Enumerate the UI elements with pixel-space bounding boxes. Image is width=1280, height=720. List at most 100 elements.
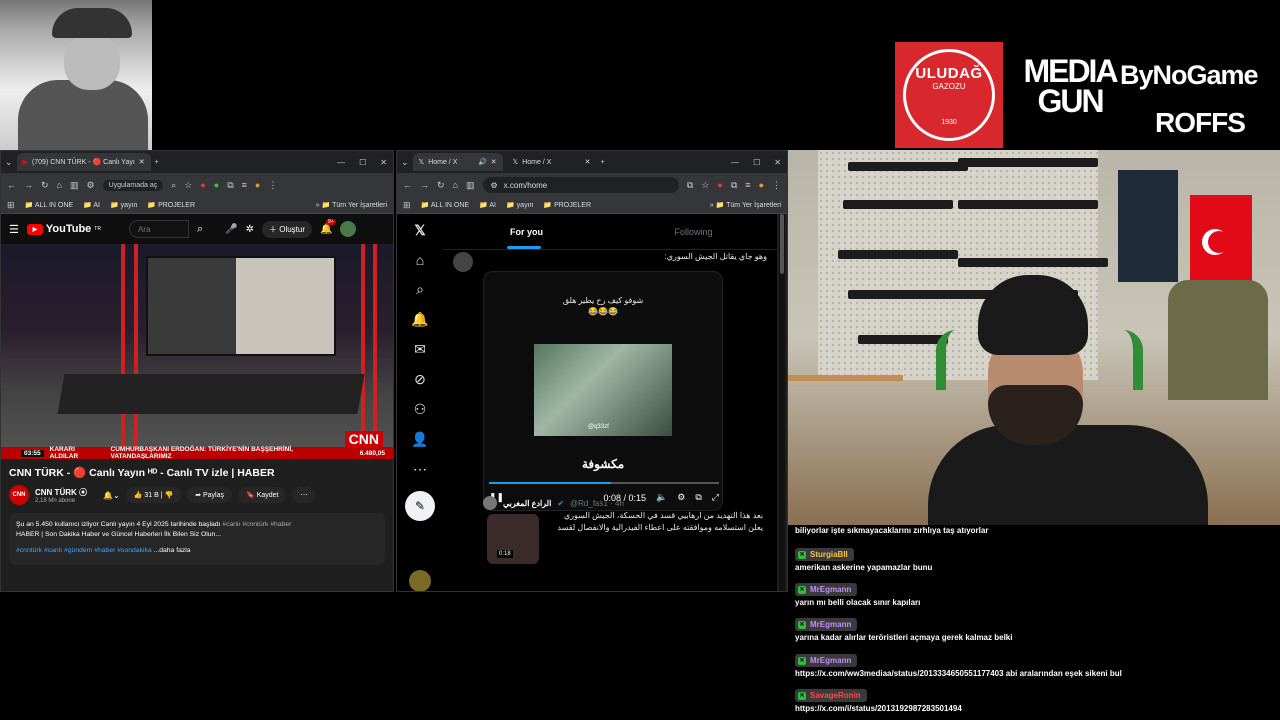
tab-home-x-2[interactable]: 𝕏 Home / X ✕ [507, 153, 597, 171]
tab-menu-icon[interactable]: ⌄ [5, 157, 13, 167]
communities-icon[interactable]: ⚇ [414, 401, 427, 418]
home-icon[interactable]: ⌂ [416, 252, 424, 268]
cast-icon[interactable]: ⧉ [687, 180, 693, 190]
account-avatar[interactable] [409, 570, 431, 591]
sidebar-icon[interactable]: ▥ [70, 180, 79, 190]
bookmark-all-in-one[interactable]: 📁 ALL IN ONE [25, 201, 74, 209]
x-logo-icon[interactable]: 𝕏 [414, 222, 425, 239]
chat-username[interactable]: ✕ SavageRonin [795, 689, 867, 702]
back-icon[interactable]: ← [7, 180, 16, 190]
forward-icon[interactable]: → [420, 180, 429, 190]
channel-name[interactable]: CNN TÜRK ⦿ [35, 487, 87, 498]
home-icon[interactable]: ⌂ [57, 180, 62, 190]
notifications-icon[interactable]: 🔔 [411, 311, 428, 328]
extension-icon[interactable]: ● [717, 180, 722, 190]
post-button[interactable]: ✎ [405, 491, 435, 521]
tweet2-avatar[interactable] [483, 496, 497, 510]
profile-icon[interactable]: ● [759, 180, 764, 190]
save-button[interactable]: 🔖 Kaydet [238, 487, 287, 503]
apps-icon[interactable]: ⊞ [403, 200, 411, 210]
extension2-icon[interactable]: ● [214, 180, 219, 190]
all-bookmarks[interactable]: » 📁 Tüm Yer İşaretleri [710, 201, 781, 209]
reload-icon[interactable]: ↻ [41, 180, 49, 190]
sidebar-icon[interactable]: ▥ [466, 180, 475, 190]
like-button[interactable]: 👍 31 B | 👎 [125, 487, 182, 503]
tweet2[interactable]: الرادع المغربي ✔ @Rd_fas1 · 4h بعد هذا ا… [483, 496, 777, 591]
chat-username[interactable]: ✕ MrEgmann [795, 583, 858, 596]
bookmark-all-in-one[interactable]: 📁 ALL IN ONE [421, 201, 470, 209]
tab-close-icon[interactable]: ✕ [491, 158, 497, 166]
menu-icon[interactable]: ⋮ [772, 180, 781, 190]
explore-icon[interactable]: ⌕ [416, 281, 424, 298]
tab-search-icon[interactable]: ≡ [242, 180, 247, 190]
new-tab-icon[interactable]: + [601, 159, 605, 166]
close-window-icon[interactable]: ✕ [380, 158, 387, 167]
description-box[interactable]: Şu an 5.450 kullanıcı izliyor Canlı yayı… [9, 513, 385, 565]
extension-icon[interactable]: ● [200, 180, 205, 190]
bookmark-ai[interactable]: 📁 AI [479, 201, 496, 209]
tab-search-icon[interactable]: ≡ [745, 180, 750, 190]
apps-icon[interactable]: ⊞ [7, 200, 15, 210]
hamburger-icon[interactable]: ☰ [9, 223, 19, 236]
home-icon[interactable]: ⌂ [453, 180, 458, 190]
video-clip[interactable]: @q33zf [534, 344, 672, 436]
tab-for-you[interactable]: For you [443, 214, 610, 249]
create-button[interactable]: ＋ Oluştur [261, 220, 313, 238]
address-bar[interactable]: ⚙ x.com/home [482, 177, 679, 193]
extensions-icon[interactable]: ⧉ [731, 180, 737, 190]
more-button[interactable]: ⋯ [292, 487, 316, 503]
mic-icon[interactable]: 🎤 [225, 224, 237, 235]
tab-home-x-1[interactable]: 𝕏 Home / X 🔊 ✕ [412, 153, 503, 171]
close-window-icon[interactable]: ✕ [774, 158, 781, 167]
minimize-icon[interactable]: — [337, 158, 345, 167]
back-icon[interactable]: ← [403, 180, 412, 190]
tab-following[interactable]: Following [610, 214, 777, 249]
tab-close-icon[interactable]: ✕ [585, 158, 591, 166]
bookmark-star-icon[interactable]: ☆ [184, 180, 192, 190]
site-info-icon[interactable]: ⚙ [491, 181, 498, 190]
minimize-icon[interactable]: — [731, 158, 739, 167]
reload-icon[interactable]: ↻ [437, 180, 445, 190]
grok-icon[interactable]: ⊘ [414, 371, 426, 388]
extension-icon[interactable]: ✲ [246, 224, 254, 235]
bookmark-ai[interactable]: 📁 AI [83, 201, 100, 209]
video-card[interactable]: شوفو كيف رح يطير هلق 😂😂😂 @q33zf مكشوفة ❚… [483, 271, 723, 511]
all-bookmarks[interactable]: » 📁 Tüm Yer İşaretleri [316, 201, 387, 209]
bookmark-yayin[interactable]: 📁 yayın [110, 201, 137, 209]
youtube-logo[interactable]: ▶ YouTube TR [26, 223, 101, 235]
video-player[interactable]: CNN 03:55 KARARI ALDILAR CUMHURBAŞKANI E… [1, 244, 393, 459]
chat-username[interactable]: ✕ SturgiaBII [795, 548, 854, 561]
forward-icon[interactable]: → [24, 180, 33, 190]
tab-cnn-turk[interactable]: ▶ (709) CNN TÜRK - 🔴 Canlı Yayı ✕ [16, 153, 151, 171]
messages-icon[interactable]: ✉ [414, 341, 426, 358]
tab-audio-icon[interactable]: 🔊 [478, 158, 487, 166]
search-input[interactable] [128, 220, 189, 238]
new-tab-button[interactable]: + [155, 159, 159, 166]
open-in-app-pill[interactable]: Uygulamada aç [102, 179, 164, 191]
more-icon[interactable]: ⋯ [413, 461, 427, 478]
tweet1-avatar[interactable] [453, 252, 473, 272]
chat-username[interactable]: ✕ MrEgmann [795, 654, 858, 667]
avatar[interactable] [340, 221, 357, 237]
video-progress-bar[interactable] [489, 482, 719, 484]
share-button[interactable]: ➦ Paylaş [187, 487, 233, 503]
chat-username[interactable]: ✕ MrEgmann [795, 618, 858, 631]
channel-avatar[interactable]: CNN [9, 485, 29, 505]
menu-icon[interactable]: ⋮ [268, 180, 277, 190]
tweet2-thumbnail[interactable]: 0:18 [487, 514, 539, 564]
profile-icon[interactable]: 👤 [411, 431, 428, 448]
desc-tags[interactable]: #cnntürk #canlı #gündem #haber #sondakik… [16, 547, 152, 554]
tab-menu-icon[interactable]: ⌄ [401, 157, 409, 167]
bookmark-projeler[interactable]: 📁 PROJELER [147, 201, 195, 209]
bell-icon[interactable]: 🔔⌄ [103, 491, 120, 500]
bookmark-yayin[interactable]: 📁 yayın [506, 201, 533, 209]
tab-close-icon[interactable]: ✕ [139, 158, 145, 166]
bookmark-star-icon[interactable]: ☆ [701, 180, 709, 190]
site-settings-icon[interactable]: ⚙ [87, 180, 95, 190]
maximize-icon[interactable]: ☐ [753, 158, 760, 167]
zoom-icon[interactable]: ⌕ [171, 180, 176, 190]
extensions-icon[interactable]: ⧉ [227, 180, 233, 190]
scrollbar[interactable] [779, 214, 785, 591]
tweet2-author[interactable]: الرادع المغربي [503, 499, 551, 508]
bookmark-projeler[interactable]: 📁 PROJELER [543, 201, 591, 209]
